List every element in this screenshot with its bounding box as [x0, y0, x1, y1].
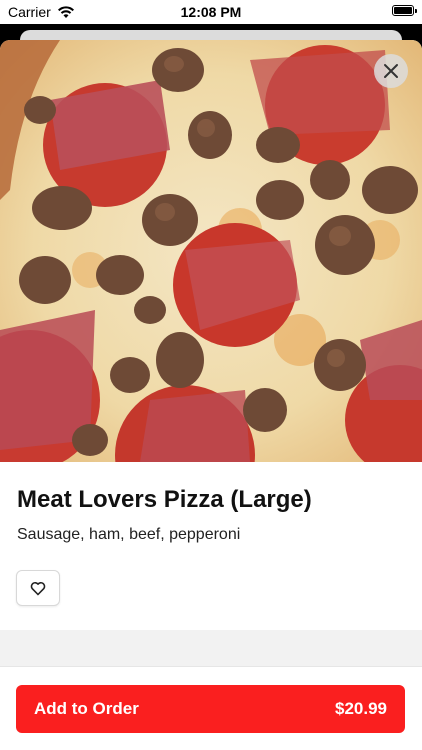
- item-title: Meat Lovers Pizza (Large): [17, 486, 312, 513]
- close-button[interactable]: [374, 54, 408, 88]
- close-icon: [384, 64, 398, 78]
- status-time: 12:08 PM: [180, 4, 242, 20]
- battery-icon: [392, 5, 417, 16]
- pizza-image: [0, 40, 422, 462]
- add-to-order-label: Add to Order: [34, 699, 139, 718]
- order-price: $20.99: [335, 699, 387, 718]
- item-detail-sheet: Meat Lovers Pizza (Large) Sausage, ham, …: [0, 40, 422, 750]
- status-bar: Carrier 12:08 PM: [0, 0, 422, 24]
- heart-icon: [30, 581, 46, 595]
- add-to-order-button[interactable]: Add to Order $20.99: [16, 685, 405, 733]
- section-divider: [0, 630, 422, 666]
- item-description: Sausage, ham, beef, pepperoni: [17, 526, 241, 543]
- item-photo: [0, 40, 422, 462]
- favorite-button[interactable]: [16, 570, 60, 606]
- status-right: [392, 5, 417, 16]
- bottom-action-bar: Add to Order $20.99: [0, 666, 422, 750]
